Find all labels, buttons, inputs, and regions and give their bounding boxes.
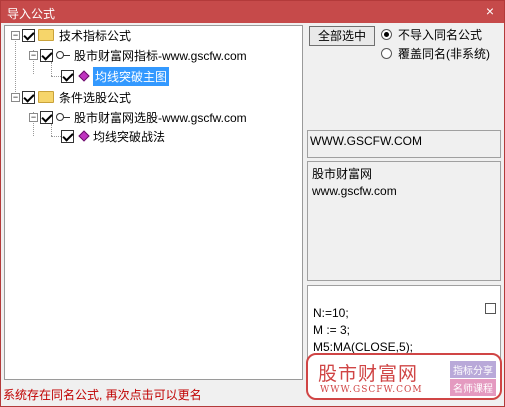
formula-tree[interactable]: − 技术指标公式 − 股市财富网指标-www.gscfw.com 均线突破主图 … <box>4 25 303 380</box>
tree-connector <box>51 76 61 77</box>
description-line: www.gscfw.com <box>312 184 397 198</box>
folder-icon <box>38 29 54 41</box>
gscfw-indicators-checkbox[interactable] <box>40 48 53 62</box>
radio-button-selected[interactable] <box>381 29 392 40</box>
ma-breakout-main-checkbox[interactable] <box>61 69 74 83</box>
watermark-tag: 指标分享 <box>450 361 496 378</box>
tree-node-label: 均线突破战法 <box>93 129 166 144</box>
stock-selection-formulas-checkbox[interactable] <box>22 90 35 104</box>
url-text: WWW.GSCFW.COM <box>310 134 422 148</box>
tree-connector <box>51 62 52 76</box>
watermark-title: 股市财富网 <box>318 363 419 385</box>
radio-no-import-duplicate[interactable]: 不导入同名公式 <box>381 26 482 43</box>
watermark-url: WWW.GSCFW.COM <box>320 385 423 395</box>
tree-node-label: 股市财富网指标-www.gscfw.com <box>74 48 247 63</box>
code-line: M := 3; <box>313 323 351 337</box>
tree-node-label: 条件选股公式 <box>59 90 132 105</box>
collapse-icon[interactable]: − <box>11 92 20 102</box>
tree-node-gscfw-indicators[interactable]: − 股市财富网指标-www.gscfw.com <box>29 46 247 64</box>
description-box: 股市财富网 www.gscfw.com <box>307 161 501 281</box>
folder-icon <box>38 91 54 103</box>
tree-node-ma-breakout-main[interactable]: 均线突破主图 <box>61 66 170 86</box>
formula-diamond-icon <box>78 130 90 142</box>
indicator-formulas-checkbox[interactable] <box>22 28 35 42</box>
collapse-icon[interactable]: − <box>29 112 38 122</box>
collapse-icon[interactable]: − <box>11 30 20 40</box>
radio-label: 覆盖同名(非系统) <box>398 47 490 61</box>
watermark-logo: 股市财富网 WWW.GSCFW.COM 指标分享 名师课程 <box>306 353 502 400</box>
tree-node-ma-breakout-strategy[interactable]: 均线突破战法 <box>61 127 165 145</box>
gscfw-selection-checkbox[interactable] <box>40 110 53 124</box>
radio-button[interactable] <box>381 48 392 59</box>
tree-node-label: 技术指标公式 <box>59 28 132 43</box>
ma-breakout-strategy-checkbox[interactable] <box>61 129 74 143</box>
tree-node-gscfw-selection[interactable]: − 股市财富网选股-www.gscfw.com <box>29 108 247 126</box>
option-checkbox[interactable] <box>485 303 496 314</box>
import-formula-dialog: 导入公式 × − 技术指标公式 − 股市财富网指标-www.gscfw.com … <box>0 0 505 407</box>
title-bar: 导入公式 × <box>1 1 504 23</box>
tree-connector <box>51 136 61 137</box>
close-icon[interactable]: × <box>482 3 498 19</box>
key-icon <box>56 112 70 122</box>
tree-node-indicator-formulas[interactable]: − 技术指标公式 <box>11 26 131 44</box>
status-message: 系统存在同名公式, 再次点击可以更名 <box>3 388 202 402</box>
tree-node-label: 股市财富网选股-www.gscfw.com <box>74 110 247 125</box>
window-title: 导入公式 <box>7 7 56 21</box>
description-line: 股市财富网 <box>312 167 373 181</box>
radio-overwrite-duplicate[interactable]: 覆盖同名(非系统) <box>381 45 490 62</box>
select-all-button[interactable]: 全部选中 <box>309 26 375 46</box>
formula-diamond-icon <box>78 70 90 82</box>
tree-node-stock-selection-formulas[interactable]: − 条件选股公式 <box>11 88 131 106</box>
code-line: N:=10; <box>313 306 349 320</box>
collapse-icon[interactable]: − <box>29 50 38 60</box>
watermark-tag: 名师课程 <box>450 379 496 396</box>
radio-label: 不导入同名公式 <box>398 28 483 42</box>
url-box: WWW.GSCFW.COM <box>307 130 501 158</box>
key-icon <box>56 50 70 60</box>
tree-node-label-selected: 均线突破主图 <box>93 66 170 86</box>
